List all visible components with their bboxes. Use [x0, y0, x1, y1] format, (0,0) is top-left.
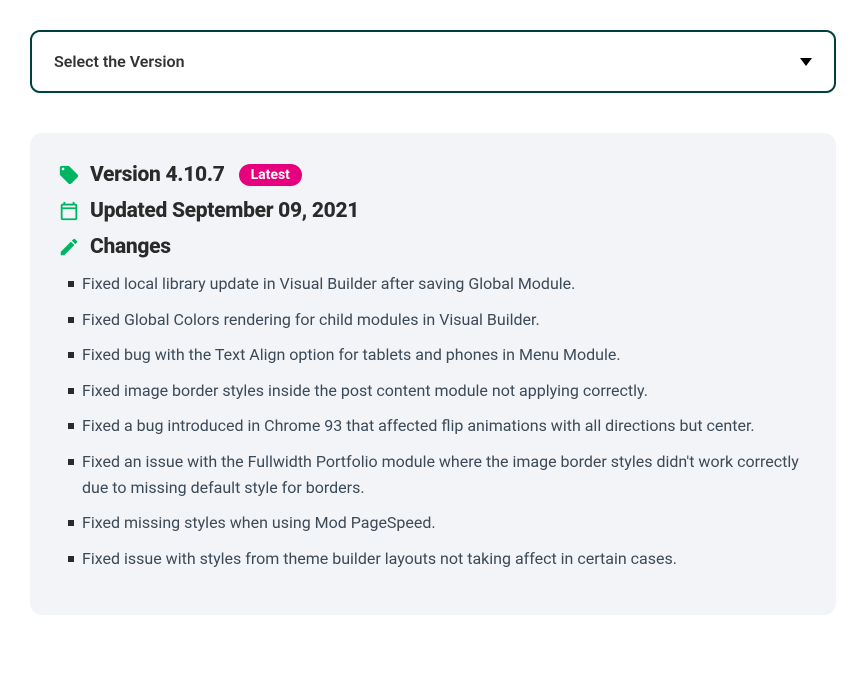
version-select[interactable]: Select the Version [30, 30, 836, 93]
changes-list-item: Fixed missing styles when using Mod Page… [58, 510, 808, 536]
changes-list-item: Fixed image border styles inside the pos… [58, 378, 808, 404]
version-title: Version 4.10.7 [90, 163, 225, 187]
changes-list-item: Fixed issue with styles from theme build… [58, 546, 808, 572]
latest-badge: Latest [239, 164, 302, 186]
updated-title: Updated September 09, 2021 [90, 199, 359, 223]
changes-heading: Changes [58, 235, 808, 259]
changes-list-item: Fixed local library update in Visual Bui… [58, 271, 808, 297]
changes-list-item: Fixed a bug introduced in Chrome 93 that… [58, 413, 808, 439]
changes-list: Fixed local library update in Visual Bui… [58, 271, 808, 571]
version-select-label: Select the Version [54, 52, 185, 71]
changes-title: Changes [90, 235, 171, 259]
updated-heading: Updated September 09, 2021 [58, 199, 808, 223]
calendar-icon [58, 200, 80, 222]
chevron-down-icon [800, 58, 812, 66]
changes-list-item: Fixed an issue with the Fullwidth Portfo… [58, 449, 808, 500]
changes-list-item: Fixed Global Colors rendering for child … [58, 307, 808, 333]
changes-list-item: Fixed bug with the Text Align option for… [58, 342, 808, 368]
changelog-card: Version 4.10.7 Latest Updated September … [30, 133, 836, 615]
pencil-icon [58, 236, 80, 258]
tag-icon [58, 164, 80, 186]
version-heading: Version 4.10.7 Latest [58, 163, 808, 187]
